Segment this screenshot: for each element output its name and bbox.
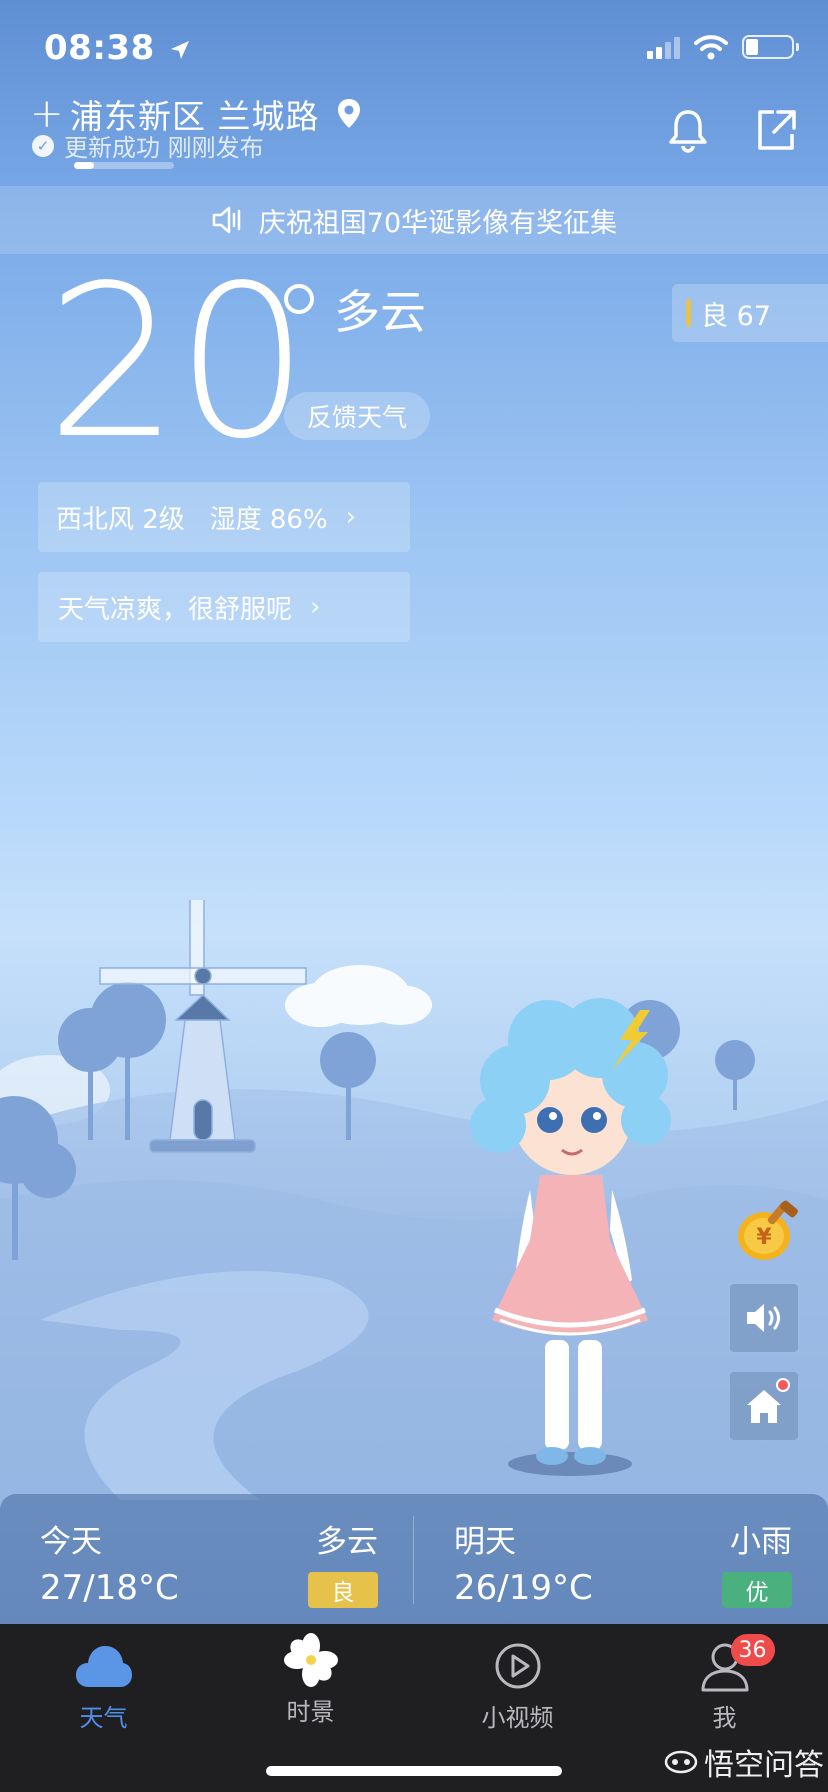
status-icons — [647, 34, 799, 60]
map-pin-icon — [337, 99, 360, 128]
forecast-day: 今天 — [40, 1524, 102, 1560]
cloud-icon — [74, 1638, 134, 1694]
forecast-tomorrow[interactable]: 明天 小雨 26/19°C 优 — [414, 1494, 828, 1624]
share-icon[interactable] — [752, 106, 800, 154]
user-icon: 36 — [695, 1634, 775, 1694]
volume-icon — [747, 1304, 780, 1332]
forecast-aqi-badge: 良 — [308, 1572, 378, 1608]
tab-short-video[interactable]: 小视频 — [414, 1638, 621, 1733]
comfort-text: 天气凉爽，很舒服呢 — [58, 594, 293, 625]
update-progress-bar — [74, 162, 174, 169]
chevron-right-icon: › — [310, 592, 321, 622]
aqi-text: 良 67 — [701, 300, 771, 332]
update-status-text: 更新成功 刚刚发布 — [64, 134, 264, 162]
wind-humidity-row[interactable]: 西北风 2级 湿度 86% › — [38, 482, 410, 552]
location-arrow-icon — [171, 40, 190, 59]
home-icon — [747, 1390, 781, 1423]
aqi-badge[interactable]: 良 67 — [672, 284, 828, 342]
tab-label: 我 — [712, 1704, 737, 1732]
home-button[interactable] — [730, 1372, 798, 1440]
bell-icon[interactable] — [664, 106, 712, 154]
tab-weather[interactable]: 天气 — [0, 1638, 207, 1733]
home-indicator — [266, 1766, 562, 1776]
weather-scene-illustration — [0, 900, 828, 1500]
play-icon — [488, 1638, 548, 1694]
current-temperature: 20 — [46, 240, 309, 485]
tab-label: 天气 — [79, 1704, 128, 1732]
battery-icon — [742, 35, 799, 59]
watermark-text: 悟空问答 — [704, 1748, 824, 1783]
degree-symbol — [284, 284, 314, 314]
wifi-icon — [694, 35, 728, 60]
update-status: ✓ 更新成功 刚刚发布 — [32, 128, 264, 163]
check-icon: ✓ — [32, 134, 54, 157]
signal-icon — [647, 35, 680, 59]
notification-count-badge: 36 — [730, 1634, 775, 1666]
forecast-condition: 小雨 — [730, 1524, 792, 1560]
svg-text:¥: ¥ — [756, 1225, 772, 1250]
flower-icon — [281, 1632, 341, 1688]
wukong-logo-icon — [664, 1750, 698, 1774]
forecast-temp: 27/18°C — [40, 1568, 179, 1608]
forecast-today[interactable]: 今天 多云 27/18°C 良 — [0, 1494, 414, 1624]
current-condition: 多云 — [334, 285, 426, 339]
voice-broadcast-button[interactable] — [730, 1284, 798, 1352]
tab-label: 时景 — [286, 1698, 335, 1726]
forecast-temp: 26/19°C — [454, 1568, 593, 1608]
chevron-right-icon: › — [345, 502, 357, 532]
cloud-icon — [285, 965, 432, 1027]
speaker-icon — [212, 206, 241, 234]
coin-reward-button[interactable]: ¥ — [734, 1196, 800, 1264]
tab-label: 小视频 — [481, 1704, 554, 1732]
forecast-panel: 今天 多云 27/18°C 良 明天 小雨 26/19°C 优 — [0, 1494, 828, 1624]
tab-me[interactable]: 36 我 — [621, 1634, 828, 1733]
notification-dot — [776, 1378, 790, 1392]
forecast-condition: 多云 — [316, 1524, 378, 1560]
watermark: 悟空问答 — [664, 1740, 824, 1784]
status-time: 08:38 — [44, 28, 191, 68]
banner-text: 庆祝祖国70华诞影像有奖征集 — [258, 207, 618, 239]
tab-scenery[interactable]: 时景 — [207, 1632, 414, 1727]
forecast-day: 明天 — [454, 1524, 516, 1560]
feedback-weather-button[interactable]: 反馈天气 — [284, 392, 430, 440]
wind-humidity-text: 西北风 2级 湿度 86% — [56, 504, 328, 535]
coin-bag-icon: ¥ — [738, 1200, 798, 1260]
aqi-level-bar — [686, 299, 691, 327]
comfort-row[interactable]: 天气凉爽，很舒服呢 › — [38, 572, 410, 642]
forecast-aqi-badge: 优 — [722, 1572, 792, 1608]
